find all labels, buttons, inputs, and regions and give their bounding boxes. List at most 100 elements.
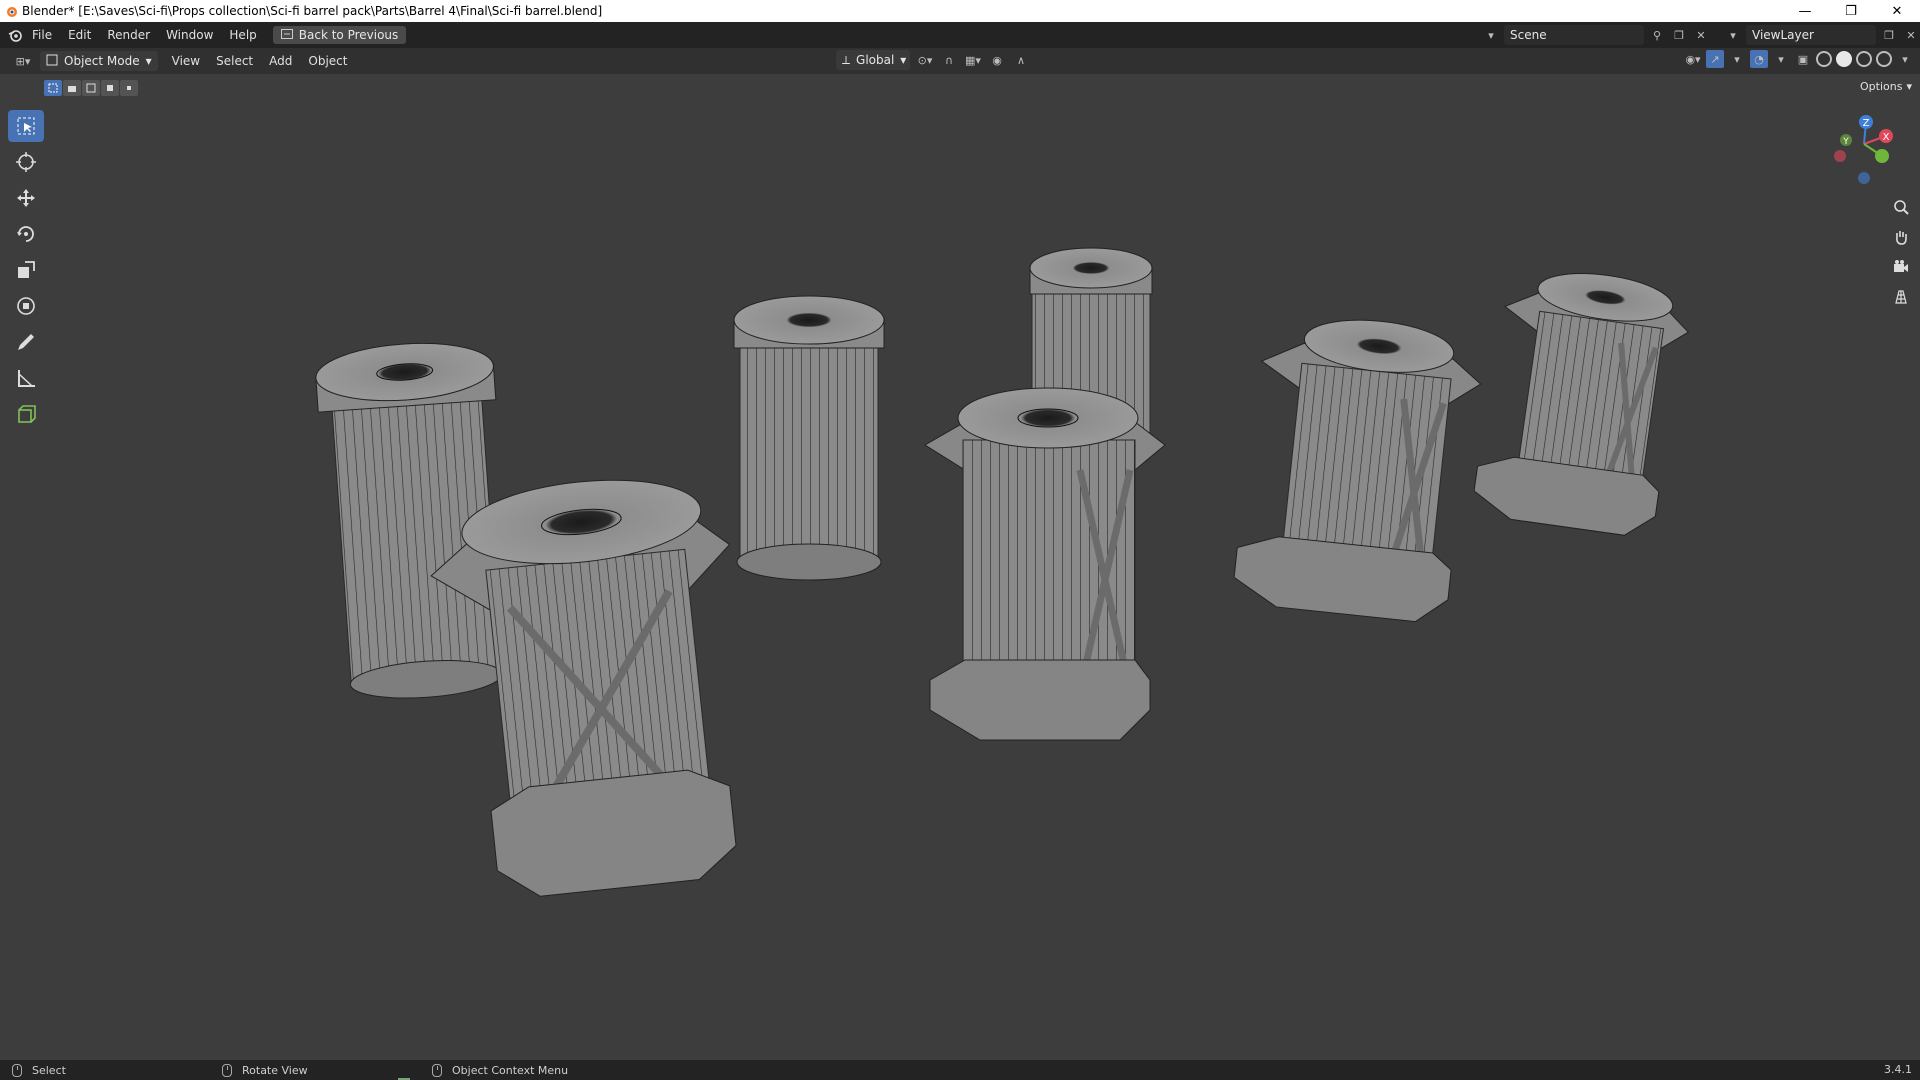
gizmo-neg-z-axis[interactable] — [1858, 172, 1870, 184]
scene-browse-icon[interactable]: ▾ — [1482, 26, 1500, 44]
menu-file[interactable]: File — [24, 22, 60, 48]
options-label: Options — [1860, 80, 1903, 93]
move-tool-icon[interactable] — [8, 182, 44, 214]
scale-tool-icon[interactable] — [8, 254, 44, 286]
scene-selector[interactable]: Scene — [1504, 25, 1644, 45]
viewlayer-browse-icon[interactable]: ▾ — [1724, 26, 1742, 44]
barrel-mesh-3[interactable] — [733, 295, 885, 581]
viewlayer-selector[interactable]: ViewLayer — [1746, 25, 1876, 45]
chevron-down-icon: ▾ — [145, 54, 152, 68]
svg-text:Y: Y — [1842, 137, 1849, 147]
options-dropdown[interactable]: Options ▾ — [1860, 80, 1912, 93]
xray-toggle-icon[interactable]: ▣ — [1794, 50, 1812, 68]
new-scene-icon[interactable]: ❐ — [1670, 26, 1688, 44]
shading-dropdown-icon[interactable]: ▾ — [1896, 50, 1914, 68]
top-menubar: File Edit Render Window Help Back to Pre… — [0, 22, 1920, 48]
screen-back-icon — [280, 28, 293, 42]
delete-viewlayer-icon[interactable]: ✕ — [1902, 26, 1920, 44]
mouse-right-icon — [432, 1063, 442, 1077]
mouse-middle-icon — [222, 1063, 232, 1077]
minimize-button[interactable]: — — [1782, 0, 1828, 22]
window-titlebar: Blender* [E:\Saves\Sci-fi\Props collecti… — [0, 0, 1920, 22]
svg-text:X: X — [1883, 132, 1890, 143]
perspective-grid-icon[interactable] — [1890, 286, 1912, 308]
snap-increment-icon[interactable]: ▦▾ — [964, 51, 982, 69]
chevron-down-icon: ▾ — [1906, 80, 1912, 93]
scene-name: Scene — [1510, 28, 1547, 42]
transform-tool-icon[interactable] — [8, 290, 44, 322]
blender-version: 3.4.1 — [1884, 1063, 1912, 1076]
status-bar: Select Rotate View Object Context Menu 3… — [0, 1060, 1920, 1080]
add-cube-tool-icon[interactable] — [8, 398, 44, 430]
barrel-mesh-5[interactable] — [924, 387, 1166, 741]
transform-orientation-dropdown[interactable]: ⟂ Global ▾ — [836, 50, 910, 70]
select-invert-icon[interactable] — [101, 80, 119, 96]
rendered-shading-icon[interactable] — [1876, 51, 1892, 67]
menu-render[interactable]: Render — [99, 22, 158, 48]
material-preview-shading-icon[interactable] — [1856, 51, 1872, 67]
gizmo-toggle-icon[interactable]: ↗ — [1706, 50, 1724, 68]
select-extend-icon[interactable] — [63, 80, 81, 96]
mode-selector[interactable]: Object Mode ▾ — [40, 51, 158, 71]
barrel-mesh-6[interactable] — [1232, 309, 1487, 626]
viewlayer-name: ViewLayer — [1752, 28, 1814, 42]
header-menu-add[interactable]: Add — [261, 50, 300, 72]
gizmo-dropdown-icon[interactable]: ▾ — [1728, 50, 1746, 68]
status-rotate-view: Rotate View — [242, 1063, 308, 1077]
chevron-down-icon: ▾ — [900, 53, 907, 67]
select-box-tool-icon[interactable] — [8, 110, 44, 142]
mode-label: Object Mode — [64, 54, 140, 68]
snap-magnet-icon[interactable]: ∩ — [940, 51, 958, 69]
mouse-left-icon — [12, 1063, 22, 1077]
falloff-curve-icon[interactable]: ∧ — [1012, 51, 1030, 69]
orientation-axes-icon: ⟂ — [842, 52, 851, 67]
solid-shading-icon[interactable] — [1836, 51, 1852, 67]
barrel-mesh-7[interactable] — [1471, 261, 1695, 540]
close-window-button[interactable]: ✕ — [1874, 0, 1920, 22]
blender-logo-icon — [0, 0, 22, 22]
header-menu-view[interactable]: View — [164, 50, 208, 72]
zoom-icon[interactable] — [1890, 196, 1912, 218]
select-intersect-icon[interactable] — [120, 80, 138, 96]
menu-window[interactable]: Window — [158, 22, 221, 48]
delete-scene-icon[interactable]: ✕ — [1692, 26, 1710, 44]
measure-tool-icon[interactable] — [8, 362, 44, 394]
object-mode-icon — [46, 54, 58, 69]
pin-icon[interactable]: ⚲ — [1648, 26, 1666, 44]
rotate-tool-icon[interactable] — [8, 218, 44, 250]
gizmo-y-axis[interactable] — [1875, 149, 1889, 163]
back-to-previous-label: Back to Previous — [298, 28, 399, 42]
3d-viewport[interactable] — [0, 74, 1920, 1060]
viewport-navigation — [1890, 196, 1912, 308]
menu-help[interactable]: Help — [221, 22, 264, 48]
pan-hand-icon[interactable] — [1890, 226, 1912, 248]
select-new-icon[interactable] — [44, 80, 62, 96]
annotate-tool-icon[interactable] — [8, 326, 44, 358]
proportional-editing-icon[interactable]: ◉ — [988, 51, 1006, 69]
orientation-label: Global — [856, 53, 895, 67]
camera-view-icon[interactable] — [1890, 256, 1912, 278]
selection-mode-group — [44, 80, 138, 96]
overlays-toggle-icon[interactable]: ◔ — [1750, 50, 1768, 68]
visibility-eye-icon[interactable]: ◉▾ — [1684, 50, 1702, 68]
navigation-gizmo[interactable]: Z X Y — [1828, 112, 1900, 190]
pivot-point-icon[interactable]: ⊙▾ — [916, 51, 934, 69]
status-context-menu: Object Context Menu — [452, 1063, 569, 1077]
back-to-previous-button[interactable]: Back to Previous — [272, 26, 407, 44]
blender-menu-icon[interactable] — [6, 26, 24, 44]
window-title: Blender* [E:\Saves\Sci-fi\Props collecti… — [22, 4, 603, 18]
tool-shelf — [8, 110, 48, 430]
cursor-tool-icon[interactable] — [8, 146, 44, 178]
status-select: Select — [32, 1063, 66, 1077]
select-subtract-icon[interactable] — [82, 80, 100, 96]
restore-button[interactable]: ❐ — [1828, 0, 1874, 22]
wireframe-shading-icon[interactable] — [1816, 51, 1832, 67]
new-viewlayer-icon[interactable]: ❐ — [1880, 26, 1898, 44]
header-menu-object[interactable]: Object — [300, 50, 355, 72]
editor-type-icon[interactable]: ⊞▾ — [10, 52, 36, 70]
header-menu-select[interactable]: Select — [208, 50, 261, 72]
gizmo-neg-x-axis[interactable] — [1834, 150, 1846, 162]
viewport-header: ⊞▾ Object Mode ▾ View Select Add Object … — [0, 48, 1920, 74]
overlays-dropdown-icon[interactable]: ▾ — [1772, 50, 1790, 68]
menu-edit[interactable]: Edit — [60, 22, 99, 48]
